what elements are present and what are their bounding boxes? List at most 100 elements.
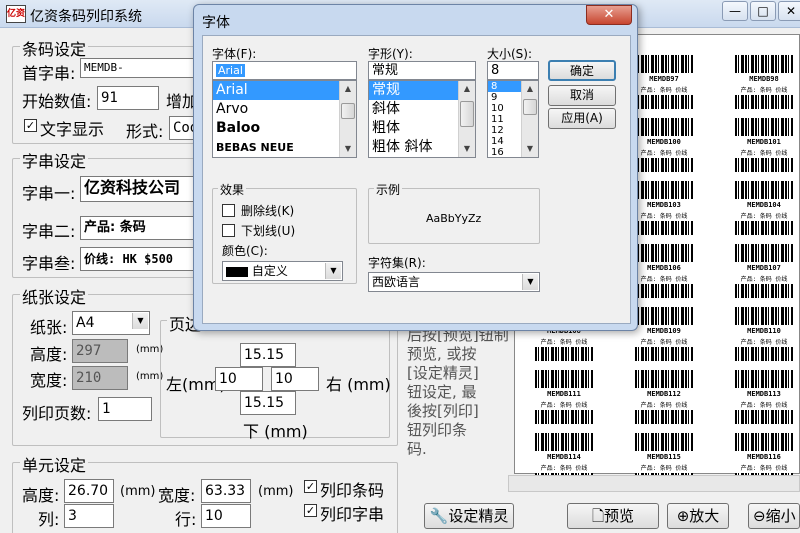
dialog-close-icon[interactable]: ✕: [586, 5, 632, 25]
scroll-down-icon[interactable]: ▼: [459, 141, 475, 157]
barcode-text: MEMDB103: [647, 201, 681, 209]
barcode-bars: [635, 95, 693, 109]
row-label: 行:: [175, 510, 197, 529]
preview-sub-text: 产品: 条码 价线: [740, 276, 788, 283]
scroll-up-icon[interactable]: ▲: [459, 81, 475, 97]
size-list[interactable]: 8 9 10 11 12 14 16 ▲ ▼: [487, 80, 539, 158]
preview-label-cell: MEMDB101 产品: 条码 价线: [729, 114, 799, 176]
effects-label: 效果: [218, 181, 247, 198]
print-barcode-label: 列印条码: [320, 481, 385, 500]
font-list[interactable]: Arial Arvo Baloo BEBAS NEUE ▲ ▼: [212, 80, 357, 158]
font-list-item[interactable]: Arial: [213, 81, 356, 100]
style-list[interactable]: 常规 斜体 粗体 粗体 斜体 ▲ ▼: [368, 80, 476, 158]
preview-sub-text: 产品: 条码 价线: [640, 87, 688, 94]
barcode-bars: [735, 433, 793, 451]
preview-sub-text: 产品: 条码 价线: [540, 339, 588, 346]
print-string-checkbox[interactable]: ✓: [304, 504, 317, 517]
pages-input[interactable]: 1: [98, 397, 152, 421]
barcode-bars: [535, 410, 593, 424]
chevron-down-icon: ▼: [522, 274, 538, 290]
preview-sub-text: 产品: 条码 价线: [640, 276, 688, 283]
barcode-text: MEMDB109: [647, 327, 681, 335]
font-list-scrollbar[interactable]: ▲ ▼: [339, 81, 356, 157]
prefix-input[interactable]: MEMDB-: [80, 58, 200, 78]
size-list-scrollbar[interactable]: ▲ ▼: [521, 81, 538, 157]
bottom-margin-input[interactable]: 15.15: [240, 391, 296, 415]
app-icon: 亿资: [6, 5, 26, 23]
size-label: 大小(S):: [487, 47, 533, 61]
barcode-bars: [735, 347, 793, 361]
pages-label: 列印页数:: [22, 404, 92, 423]
show-text-checkbox[interactable]: ✓: [24, 119, 37, 132]
zoom-in-button[interactable]: ⊕放大: [667, 503, 729, 529]
strikeout-checkbox[interactable]: [222, 204, 235, 217]
zoom-out-button[interactable]: ⊖缩小: [748, 503, 800, 529]
preview-scrollbar[interactable]: [508, 475, 800, 492]
preview-sub-text: 产品: 条码 价线: [640, 402, 688, 409]
charset-label: 字符集(R):: [368, 256, 426, 270]
scroll-thumb[interactable]: [523, 99, 537, 115]
string2-input[interactable]: 产品: 条码: [80, 216, 200, 240]
font-name-input[interactable]: Arial: [212, 61, 357, 80]
style-list-scrollbar[interactable]: ▲ ▼: [458, 81, 475, 157]
preview-label-cell: MEMDB104 产品: 条码 价线: [729, 177, 799, 239]
print-string-label: 列印字串: [320, 505, 385, 524]
print-barcode-checkbox[interactable]: ✓: [304, 480, 317, 493]
col-input[interactable]: 3: [64, 504, 114, 528]
preview-sub-text: 产品: 条码 价线: [640, 213, 688, 220]
barcode-bars: [735, 158, 793, 172]
style-label: 字形(Y):: [368, 47, 413, 61]
font-list-item[interactable]: Arvo: [213, 100, 356, 119]
unit-height-input[interactable]: 26.70: [64, 479, 114, 503]
underline-checkbox[interactable]: [222, 224, 235, 237]
barcode-bars: [735, 55, 793, 73]
preview-label-cell: MEMDB107 产品: 条码 价线: [729, 240, 799, 302]
right-margin-input[interactable]: 10: [271, 367, 319, 391]
maximize-icon[interactable]: □: [750, 1, 776, 21]
scroll-down-icon[interactable]: ▼: [340, 141, 356, 157]
scroll-up-icon[interactable]: ▲: [340, 81, 356, 97]
barcode-text: MEMDB114: [547, 453, 581, 461]
string1-input[interactable]: 亿资科技公司: [80, 176, 200, 202]
preview-label: 预览: [604, 507, 635, 525]
charset-select[interactable]: 西欧语言 ▼: [368, 272, 540, 292]
barcode-bars: [635, 347, 693, 361]
font-list-item[interactable]: BEBAS NEUE: [213, 138, 356, 157]
barcode-bars: [535, 370, 593, 388]
cancel-button[interactable]: 取消: [548, 85, 616, 106]
color-select[interactable]: 自定义 ▼: [222, 261, 343, 281]
unit-width-input[interactable]: 63.33: [201, 479, 251, 503]
ok-button[interactable]: 确定: [548, 60, 616, 81]
preview-sub-text: 产品: 条码 价线: [740, 213, 788, 220]
barcode-bars: [735, 244, 793, 262]
paper-select[interactable]: A4 ▼: [72, 311, 150, 335]
scroll-up-icon[interactable]: ▲: [522, 81, 538, 97]
col-label: 列:: [38, 510, 60, 529]
left-margin-input[interactable]: 10: [215, 367, 263, 391]
font-name-value: Arial: [216, 64, 245, 77]
window-title: 亿资条码列印系统: [30, 9, 142, 25]
close-icon[interactable]: ✕: [778, 1, 800, 21]
barcode-text: MEMDB101: [747, 138, 781, 146]
zoom-out-icon: ⊖: [753, 507, 766, 525]
top-margin-input[interactable]: 15.15: [240, 343, 296, 367]
barcode-text: MEMDB113: [747, 390, 781, 398]
apply-button[interactable]: 应用(A): [548, 108, 616, 129]
start-value-input[interactable]: 91: [97, 86, 159, 110]
barcode-bars: [635, 181, 693, 199]
row-input[interactable]: 10: [201, 504, 251, 528]
style-input[interactable]: 常规: [368, 61, 476, 80]
wizard-button[interactable]: 🔧设定精灵: [424, 503, 514, 529]
scroll-thumb[interactable]: [341, 103, 355, 119]
scroll-down-icon[interactable]: ▼: [522, 141, 538, 157]
prefix-label: 首字串:: [22, 64, 76, 83]
minimize-icon[interactable]: —: [722, 1, 748, 21]
font-list-item[interactable]: Baloo: [213, 119, 356, 138]
string3-input[interactable]: 价线: HK $500: [80, 247, 200, 271]
barcode-bars: [735, 284, 793, 298]
right-margin-label: 右 (mm): [326, 375, 391, 394]
zoom-in-icon: ⊕: [676, 507, 690, 525]
size-input[interactable]: 8: [487, 61, 539, 80]
scroll-thumb[interactable]: [460, 101, 474, 127]
preview-button[interactable]: 🗋预览: [567, 503, 659, 529]
